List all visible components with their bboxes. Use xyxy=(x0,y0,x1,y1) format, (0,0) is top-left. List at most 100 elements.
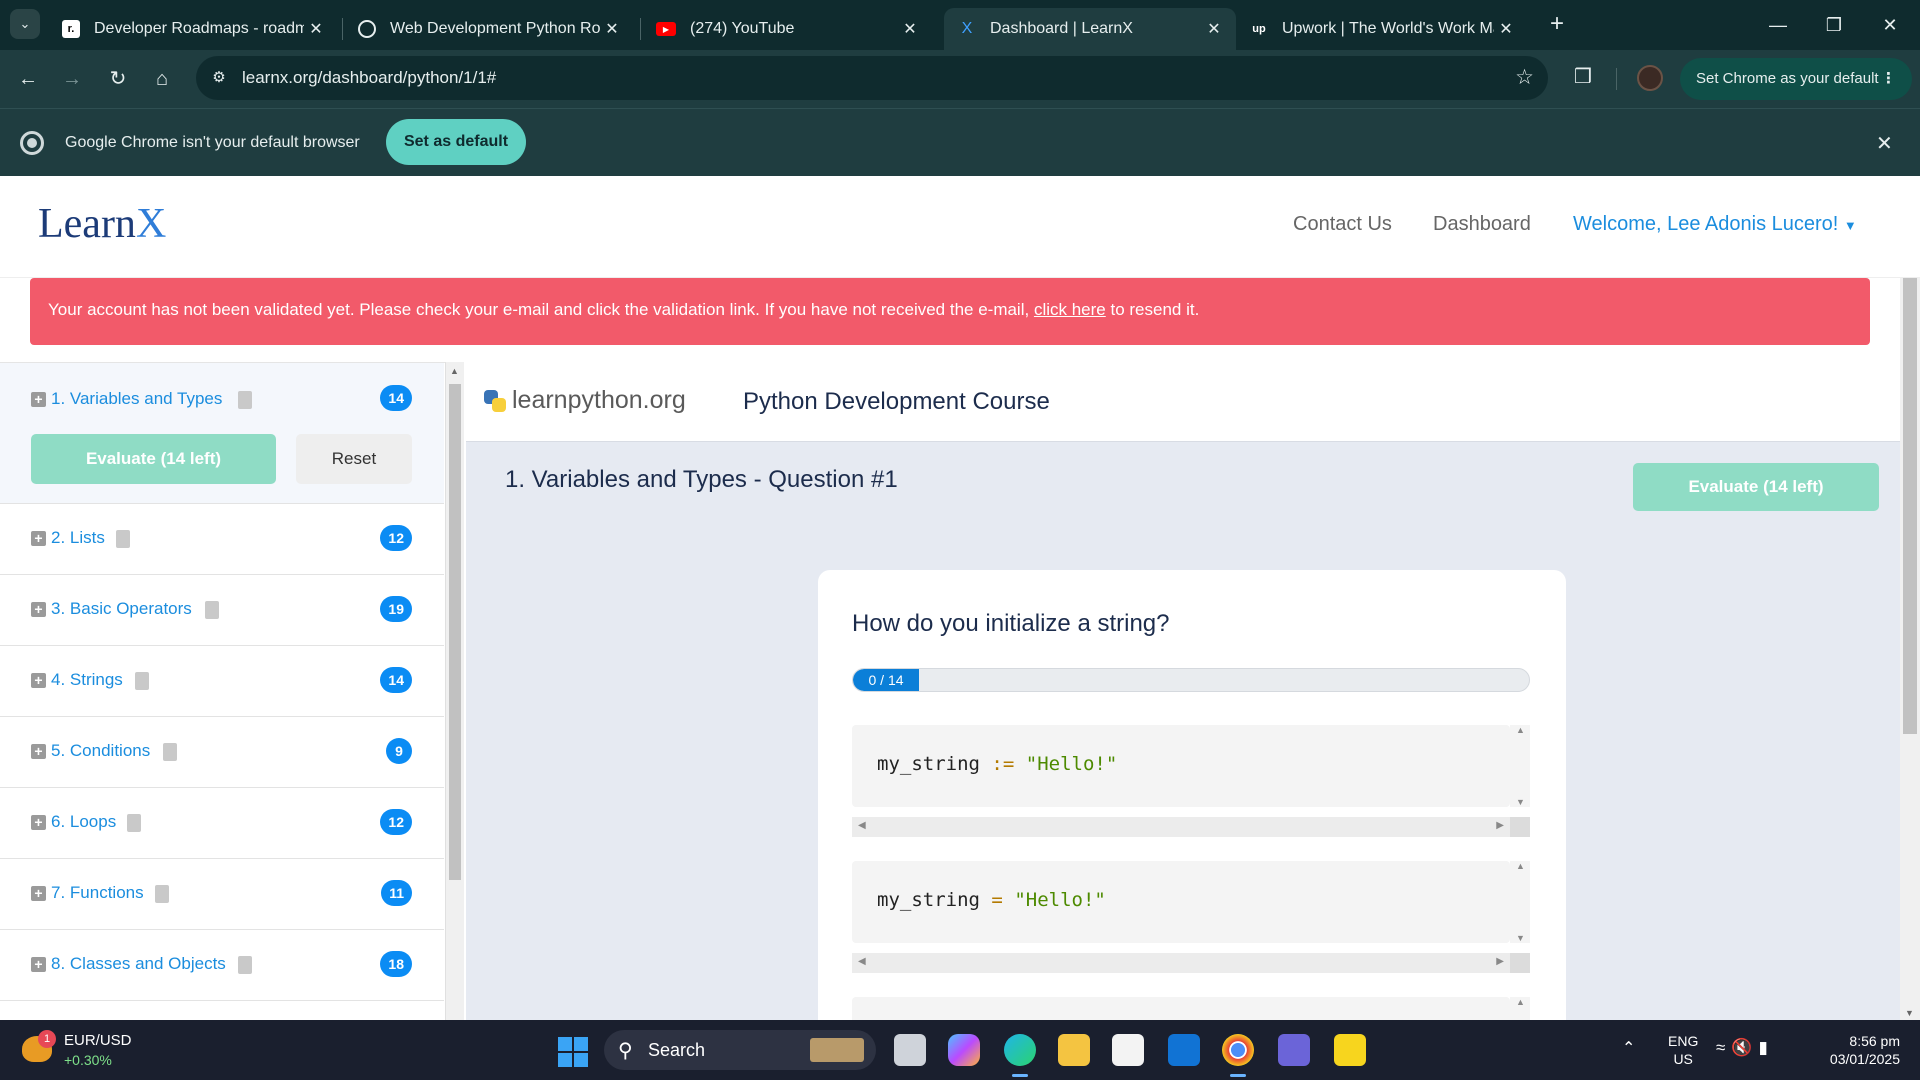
edge-icon[interactable] xyxy=(1004,1034,1036,1077)
outlook-icon[interactable] xyxy=(1168,1034,1200,1066)
tab-search-button[interactable]: ⌄ xyxy=(10,9,40,39)
home-button[interactable]: ⌂ xyxy=(147,64,177,94)
sidebar-scrollbar-thumb[interactable] xyxy=(449,384,461,880)
scroll-right-arrow-icon[interactable]: ▶ xyxy=(1496,820,1504,831)
lesson-item-functions[interactable]: + 7. Functions 11 xyxy=(0,859,444,930)
sidebar-evaluate-button[interactable]: Evaluate (14 left) xyxy=(31,434,276,484)
answer-option-2[interactable]: my_string = "Hello!" ▲ ▼ ◀ ▶ xyxy=(852,861,1530,973)
back-button[interactable]: ← xyxy=(13,64,43,94)
set-as-default-button[interactable]: Set as default xyxy=(386,119,526,165)
expand-plus-icon[interactable]: + xyxy=(31,531,46,546)
site-header: LearnX Contact Us Dashboard Welcome, Lee… xyxy=(0,176,1920,278)
bookmark-star-icon[interactable]: ☆ xyxy=(1515,65,1534,90)
scroll-left-arrow-icon[interactable]: ◀ xyxy=(858,820,866,831)
expand-plus-icon[interactable]: + xyxy=(31,392,46,407)
user-menu-dropdown[interactable]: Welcome, Lee Adonis Lucero! ▼ xyxy=(1573,213,1857,236)
reload-button[interactable]: ↻ xyxy=(103,64,133,94)
close-infobar-icon[interactable]: ✕ xyxy=(1876,131,1893,156)
restore-button[interactable]: ❐ xyxy=(1814,10,1854,40)
expand-plus-icon[interactable]: + xyxy=(31,602,46,617)
page-scrollbar[interactable]: ▼ xyxy=(1900,278,1920,1020)
scroll-down-arrow-icon[interactable]: ▼ xyxy=(1516,933,1525,943)
kebab-menu-icon[interactable]: ⋮ xyxy=(1881,58,1896,100)
copilot-icon[interactable] xyxy=(948,1034,980,1066)
microsoft-store-icon[interactable] xyxy=(1112,1034,1144,1066)
main-evaluate-button[interactable]: Evaluate (14 left) xyxy=(1633,463,1879,511)
scroll-down-arrow-icon[interactable]: ▼ xyxy=(1516,797,1525,807)
nav-dashboard[interactable]: Dashboard xyxy=(1433,213,1531,236)
sticky-notes-icon[interactable] xyxy=(1334,1034,1366,1066)
code-vertical-scrollbar[interactable]: ▲ ▼ xyxy=(1510,725,1530,807)
set-chrome-default-button[interactable]: Set Chrome as your default ⋮ xyxy=(1680,58,1912,100)
lesson-item-lists[interactable]: + 2. Lists 12 xyxy=(0,504,444,575)
scroll-left-arrow-icon[interactable]: ◀ xyxy=(858,956,866,967)
lesson-item-basic-operators[interactable]: + 3. Basic Operators 19 xyxy=(0,575,444,646)
windows-start-icon[interactable] xyxy=(558,1037,588,1067)
forward-button[interactable]: → xyxy=(57,64,87,94)
wifi-icon[interactable]: ≈ xyxy=(1716,1038,1731,1057)
close-tab-icon[interactable]: ✕ xyxy=(1494,19,1518,39)
lesson-item-loops[interactable]: + 6. Loops 12 xyxy=(0,788,444,859)
expand-plus-icon[interactable]: + xyxy=(31,744,46,759)
close-tab-icon[interactable]: ✕ xyxy=(1202,19,1226,39)
tab-upwork[interactable]: up Upwork | The World's Work Marketplace… xyxy=(1236,8,1528,50)
tab-learnx-dashboard[interactable]: X Dashboard | LearnX ✕ xyxy=(944,8,1236,50)
nav-contact-us[interactable]: Contact Us xyxy=(1293,213,1392,236)
expand-plus-icon[interactable]: + xyxy=(31,886,46,901)
close-tab-icon[interactable]: ✕ xyxy=(304,19,328,39)
code-vertical-scrollbar[interactable]: ▲ ▼ xyxy=(1510,861,1530,943)
resend-validation-link[interactable]: click here xyxy=(1034,300,1106,319)
learnx-logo[interactable]: LearnX xyxy=(38,200,166,248)
lesson-item-strings[interactable]: + 4. Strings 14 xyxy=(0,646,444,717)
teams-icon[interactable] xyxy=(1278,1034,1310,1066)
lesson-item-conditions[interactable]: + 5. Conditions 9 xyxy=(0,717,444,788)
close-tab-icon[interactable]: ✕ xyxy=(600,19,624,39)
battery-icon[interactable]: ▮ xyxy=(1759,1038,1774,1057)
expand-plus-icon[interactable]: + xyxy=(31,673,46,688)
answer-option-1[interactable]: my_string := "Hello!" ▲ ▼ ◀ ▶ xyxy=(852,725,1530,837)
system-tray-icons[interactable]: ≈🔇▮ xyxy=(1716,1038,1774,1058)
code-horizontal-scrollbar[interactable]: ◀ ▶ xyxy=(852,953,1510,973)
scroll-right-arrow-icon[interactable]: ▶ xyxy=(1496,956,1504,967)
address-bar[interactable]: ⚙ learnx.org/dashboard/python/1/1# ☆ xyxy=(196,56,1548,100)
answer-code[interactable] xyxy=(852,997,1510,1020)
expand-plus-icon[interactable]: + xyxy=(31,815,46,830)
tab-youtube[interactable]: ▶ (274) YouTube ✕ xyxy=(642,8,932,50)
sidebar-reset-button[interactable]: Reset xyxy=(296,434,412,484)
task-view-icon[interactable] xyxy=(894,1034,926,1066)
scroll-up-arrow-icon[interactable]: ▲ xyxy=(1516,725,1525,735)
answer-option-3[interactable]: ▲ xyxy=(852,997,1530,1020)
profile-avatar[interactable] xyxy=(1637,65,1663,91)
scroll-down-arrow-icon[interactable]: ▼ xyxy=(1905,1008,1914,1018)
code-vertical-scrollbar[interactable]: ▲ xyxy=(1510,997,1530,1020)
page-scrollbar-thumb[interactable] xyxy=(1903,278,1917,734)
new-tab-button[interactable]: + xyxy=(1542,10,1572,40)
scroll-up-arrow-icon[interactable]: ▲ xyxy=(1516,997,1525,1007)
taskbar-search-box[interactable]: ⚲ Search xyxy=(604,1030,876,1070)
scroll-up-arrow-icon[interactable]: ▲ xyxy=(450,366,459,376)
volume-muted-icon[interactable]: 🔇 xyxy=(1731,1038,1758,1057)
url-text[interactable]: learnx.org/dashboard/python/1/1# xyxy=(242,68,496,88)
file-explorer-icon[interactable] xyxy=(1058,1034,1090,1066)
answer-code[interactable]: my_string := "Hello!" xyxy=(852,725,1510,807)
scroll-up-arrow-icon[interactable]: ▲ xyxy=(1516,861,1525,871)
sidebar-scrollbar[interactable]: ▲ xyxy=(446,362,464,1020)
minimize-button[interactable]: — xyxy=(1758,10,1798,40)
tab-python-roadmap[interactable]: Web Development Python Roadmap ✕ xyxy=(344,8,634,50)
chevron-down-icon: ▼ xyxy=(1843,218,1857,233)
expand-plus-icon[interactable]: + xyxy=(31,957,46,972)
extensions-button[interactable]: ❒ xyxy=(1568,64,1598,94)
tab-roadmap[interactable]: r. Developer Roadmaps - roadmap.sh ✕ xyxy=(48,8,338,50)
input-language-indicator[interactable]: ENG US xyxy=(1668,1032,1698,1068)
answer-code[interactable]: my_string = "Hello!" xyxy=(852,861,1510,943)
chrome-taskbar-icon[interactable] xyxy=(1222,1034,1254,1077)
question-text: How do you initialize a string? xyxy=(852,610,1170,637)
taskbar-clock[interactable]: 8:56 pm 03/01/2025 xyxy=(1810,1032,1900,1068)
code-horizontal-scrollbar[interactable]: ◀ ▶ xyxy=(852,817,1510,837)
show-hidden-icons-chevron-icon[interactable]: ⌃ xyxy=(1622,1038,1635,1058)
close-window-button[interactable]: ✕ xyxy=(1870,10,1910,40)
openai-favicon-icon xyxy=(358,20,376,38)
close-tab-icon[interactable]: ✕ xyxy=(898,19,922,39)
lesson-item-classes-and-objects[interactable]: + 8. Classes and Objects 18 xyxy=(0,930,444,1001)
site-info-icon[interactable]: ⚙ xyxy=(208,67,230,89)
